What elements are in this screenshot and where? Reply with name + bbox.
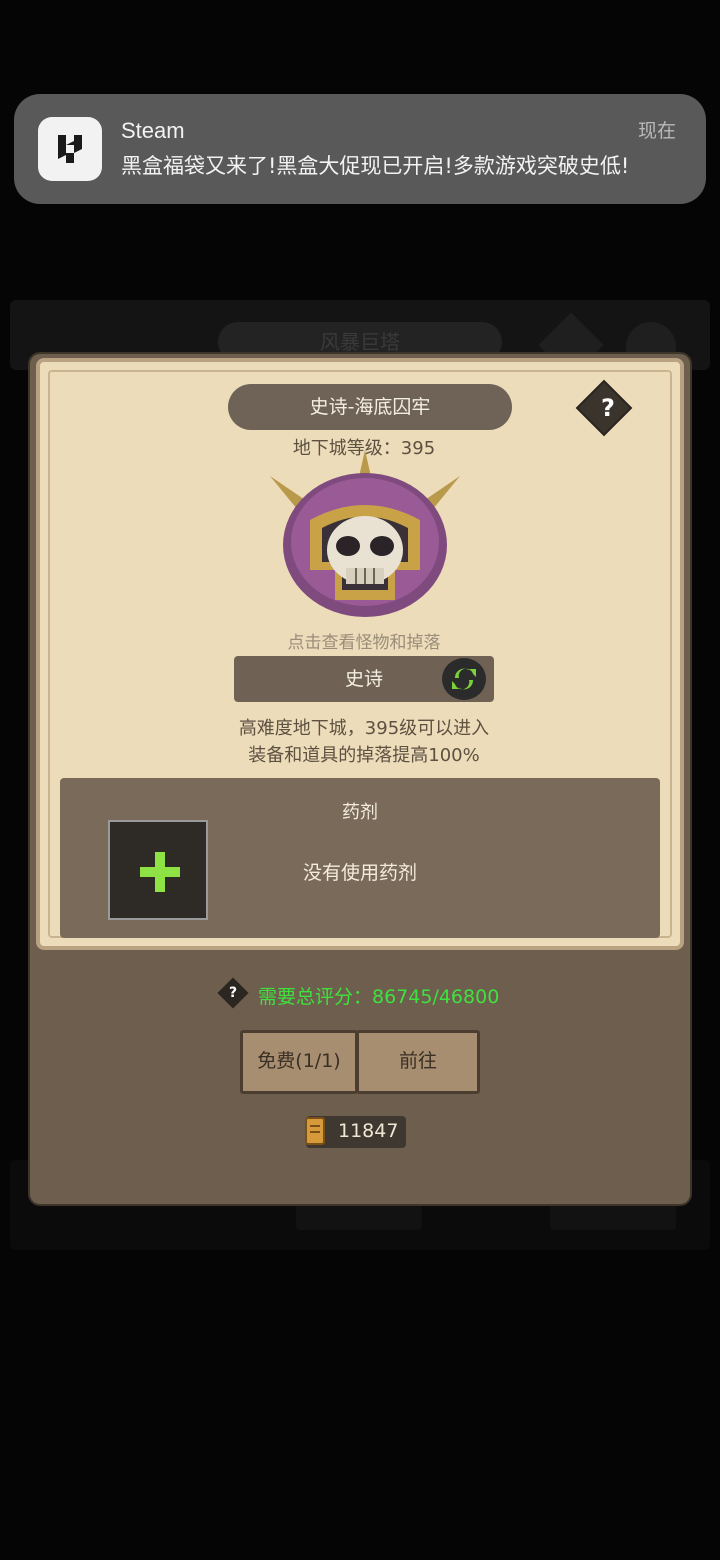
difficulty-selector[interactable]: 史诗 [234,656,494,702]
potion-status: 没有使用药剂 [302,862,417,884]
required-score: 需要总评分：86745/46800 [258,986,500,1008]
currency-display: 11847 [305,1116,406,1148]
potion-panel: 药剂 没有使用药剂 [60,778,660,938]
help-button-label[interactable]: ? [588,388,628,428]
scroll-icon [305,1117,325,1145]
go-button[interactable]: 前往 [356,1030,480,1094]
notification-time: 现在 [637,120,676,142]
push-notification[interactable]: Steam 现在 黑盒福袋又来了!黑盒大促现已开启!多款游戏突破史低! [14,94,706,204]
dungeon-description-line-2: 装备和道具的掉落提高100% [248,745,480,766]
dungeon-title: 史诗-海底囚牢 [228,384,512,430]
skull-helmet-monster-icon[interactable] [270,450,460,620]
notification-message: 黑盒福袋又来了!黑盒大促现已开启!多款游戏突破史低! [121,154,630,178]
notification-app-name: Steam [121,118,185,143]
currency-value: 11847 [338,1120,399,1142]
free-entry-button[interactable]: 免费(1/1) [240,1030,358,1094]
score-help-label[interactable]: ? [221,981,245,1005]
heybox-logo-icon [38,117,102,181]
monster-hint[interactable]: 点击查看怪物和掉落 [40,628,688,653]
dungeon-info-card: 史诗-海底囚牢 ? 地下城等级：395 点击查看怪物和掉落 史诗 高难度地下城，… [36,358,684,950]
refresh-icon[interactable] [442,658,486,700]
dungeon-dialog: 史诗-海底囚牢 ? 地下城等级：395 点击查看怪物和掉落 史诗 高难度地下城，… [30,354,690,1204]
dungeon-description-line-1: 高难度地下城，395级可以进入 [238,718,490,739]
